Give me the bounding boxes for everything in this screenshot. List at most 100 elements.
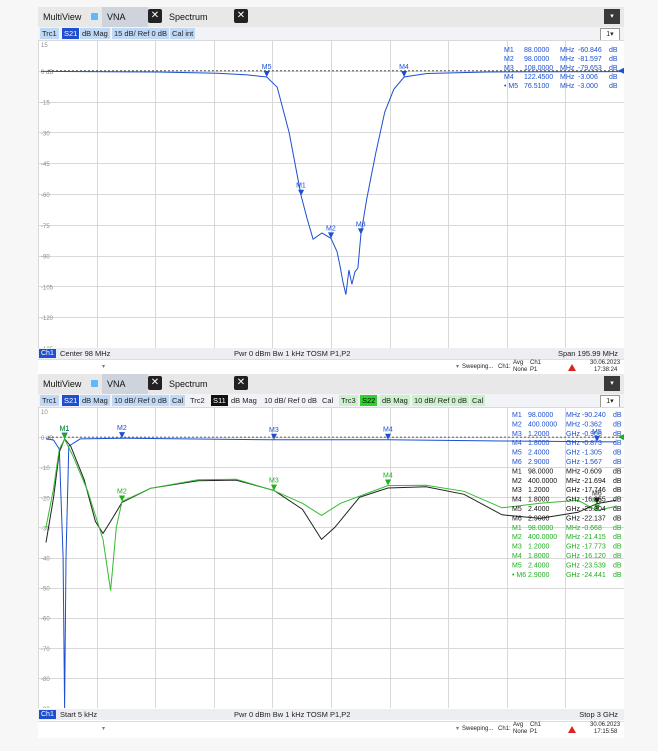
- marker-readout-value: -0.668: [582, 525, 602, 532]
- tab-multiview[interactable]: MultiView: [38, 374, 86, 394]
- marker-readout-unit: MHz: [566, 525, 581, 532]
- stop-frequency[interactable]: Stop 3 GHz: [579, 709, 618, 720]
- marker-readout-unit: MHz: [560, 74, 575, 81]
- bottom-plot-area[interactable]: 100 dB-10-20-30-40-50-60-70-80-90M1M2M3M…: [38, 407, 625, 713]
- power-bandwidth-cal[interactable]: Pwr 0 dBm Bw 1 kHz TOSM P1,P2: [234, 348, 350, 359]
- bottom-tab-bar: MultiView VNA ✕ Spectrum ✕ ▾: [38, 374, 624, 394]
- trace1-scale[interactable]: 10 dB/ Ref 0 dB: [112, 395, 169, 406]
- close-vna-tab-icon[interactable]: ✕: [148, 376, 162, 390]
- marker-readout-unit: dB: [613, 440, 622, 447]
- marker-readout-name: M1: [512, 468, 522, 475]
- bottom-plot-svg[interactable]: 100 dB-10-20-30-40-50-60-70-80-90M1M2M3M…: [38, 407, 625, 713]
- y-tick-label: 10: [41, 410, 48, 416]
- trace3-scale[interactable]: 10 dB/ Ref 0 dB: [412, 395, 469, 406]
- trace-marker-icon: [61, 433, 68, 440]
- marker-readout-unit: dB: [609, 74, 618, 81]
- time-label: 17:38:24: [594, 367, 618, 373]
- trace-marker-label: M1: [60, 426, 70, 433]
- tab-spectrum[interactable]: Spectrum: [164, 374, 213, 394]
- trace1-measurement-s21[interactable]: S21: [62, 395, 80, 406]
- trace3-measurement-s22[interactable]: S22: [360, 395, 378, 406]
- marker-readout-unit: MHz: [566, 412, 581, 419]
- trace2-measurement-s11[interactable]: S11: [211, 395, 228, 406]
- close-spectrum-tab-icon[interactable]: ✕: [234, 376, 248, 390]
- y-tick-label: -105: [41, 285, 54, 291]
- port-id: P1: [530, 367, 538, 373]
- trace2-scale[interactable]: 10 dB/ Ref 0 dB: [262, 395, 319, 406]
- channel-badge[interactable]: Ch1: [39, 349, 56, 358]
- caret-icon: ▾: [102, 364, 106, 370]
- marker-readout-unit: dB: [609, 47, 618, 54]
- top-footer: ▾ ▾ Sweeping... Ch1: Avg None Ch1 P1 30.…: [38, 359, 624, 375]
- warning-icon[interactable]: [568, 364, 576, 371]
- trace-format[interactable]: dB Mag: [80, 28, 110, 39]
- top-plot-area[interactable]: 150 dB-15-30-45-60-75-90-105-120-135M5M1…: [38, 40, 625, 353]
- marker-readout-value: -1.305: [582, 450, 602, 457]
- marker-readout-name: M3: [504, 65, 514, 72]
- trace1-cal[interactable]: Cal: [170, 395, 186, 406]
- trace3-cal[interactable]: Cal: [470, 395, 486, 406]
- start-frequency[interactable]: Start 5 kHz: [60, 709, 97, 720]
- marker-readout-name: • M6: [512, 572, 526, 579]
- trace2-label[interactable]: Trc2: [188, 395, 207, 406]
- marker-readout-name: M2: [504, 56, 514, 63]
- y-tick-label: -120: [41, 316, 54, 322]
- marker-readout-unit: MHz: [560, 56, 575, 63]
- y-tick-label: -60: [41, 617, 50, 623]
- marker-readout-unit: dB: [613, 572, 622, 579]
- marker-readout-name: M2: [512, 534, 522, 541]
- channel-label: Ch1:: [498, 364, 511, 370]
- marker-readout-freq: 2.4000: [528, 450, 550, 457]
- trace-scale[interactable]: 15 dB/ Ref 0 dB: [112, 28, 169, 39]
- tab-multiview[interactable]: MultiView: [38, 7, 86, 27]
- vna-tab-indicator-icon: [91, 380, 98, 387]
- tab-spectrum[interactable]: Spectrum: [164, 7, 213, 27]
- channel-id: Ch1: [530, 722, 542, 728]
- marker-readout-unit: dB: [613, 421, 622, 428]
- marker-readout-unit: dB: [613, 562, 622, 569]
- tab-vna[interactable]: VNA: [102, 7, 148, 27]
- trace1-label[interactable]: Trc1: [40, 395, 59, 406]
- marker-readout-name: M4: [512, 553, 522, 560]
- tab-vna[interactable]: VNA: [102, 374, 148, 394]
- marker-readout-unit: dB: [609, 65, 618, 72]
- y-tick-label: -10: [41, 466, 50, 472]
- power-bandwidth-cal[interactable]: Pwr 0 dBm Bw 1 kHz TOSM P1,P2: [234, 709, 350, 720]
- trace-label[interactable]: Trc1: [40, 28, 59, 39]
- marker-readout-name: M1: [512, 525, 522, 532]
- close-spectrum-tab-icon[interactable]: ✕: [234, 9, 248, 23]
- window-menu-button[interactable]: ▾: [604, 9, 620, 24]
- close-vna-tab-icon[interactable]: ✕: [148, 9, 162, 23]
- marker-readout-name: M4: [504, 74, 514, 81]
- vna-tab-indicator-icon: [91, 13, 98, 20]
- marker-readout-unit: MHz: [560, 65, 575, 72]
- y-tick-label: -40: [41, 557, 50, 563]
- marker-readout-value: -3.006: [578, 74, 598, 81]
- span-frequency[interactable]: Span 195.99 MHz: [558, 348, 618, 359]
- marker-readout-freq: 2.9000: [528, 515, 550, 522]
- marker-readout-unit: dB: [609, 56, 618, 63]
- trace3-label[interactable]: Trc3: [339, 395, 358, 406]
- warning-icon[interactable]: [568, 726, 576, 733]
- bottom-footer: ▾ ▾ Sweeping... Ch1: Avg None Ch1 P1 30.…: [38, 721, 624, 737]
- trace1-format[interactable]: dB Mag: [80, 395, 110, 406]
- channel-badge[interactable]: Ch1: [39, 710, 56, 719]
- marker-readout-unit: dB: [613, 497, 622, 504]
- trace-cal-status[interactable]: Cal int: [170, 28, 196, 39]
- marker-readout-freq: 2.9000: [528, 459, 550, 466]
- marker-readout-freq: 2.4000: [528, 562, 550, 569]
- trace2-cal[interactable]: Cal: [320, 395, 335, 406]
- marker-readout-freq: 1.8000: [528, 553, 550, 560]
- marker-readout-unit: MHz: [566, 468, 581, 475]
- center-frequency[interactable]: Center 98 MHz: [60, 348, 110, 359]
- marker-readout-name: M3: [512, 487, 522, 494]
- marker-readout-name: M4: [512, 497, 522, 504]
- trace2-format[interactable]: dB Mag: [229, 395, 259, 406]
- marker-readout-freq: 98.0000: [528, 412, 553, 419]
- trace-measurement-s21[interactable]: S21: [62, 28, 80, 39]
- trace3-format[interactable]: dB Mag: [380, 395, 410, 406]
- date-label: 30.06.2023: [590, 360, 621, 366]
- caret-icon: ▾: [102, 726, 106, 732]
- window-menu-button[interactable]: ▾: [604, 376, 620, 391]
- top-plot-svg[interactable]: 150 dB-15-30-45-60-75-90-105-120-135M5M1…: [38, 40, 625, 353]
